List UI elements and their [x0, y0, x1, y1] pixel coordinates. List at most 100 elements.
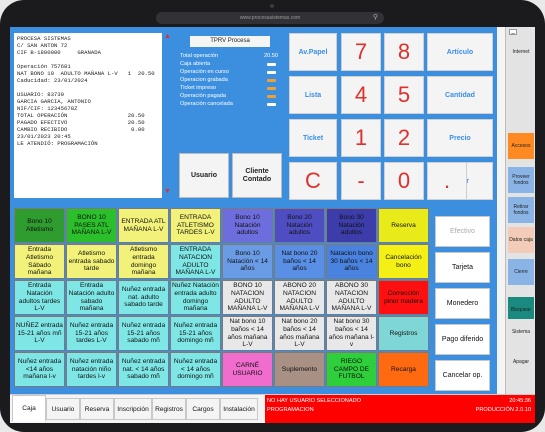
sidebar-button[interactable]: Internet — [508, 39, 534, 65]
message-line1: NO HAY USUARIO SELECCIONADO — [267, 398, 361, 404]
key-0-label[interactable]: Av.Papel — [289, 33, 337, 71]
tab-5[interactable]: Cargos — [186, 398, 220, 420]
sidebar-button[interactable]: Cierre — [508, 259, 534, 285]
product-button[interactable]: ENTRADA ATL MAÑANA L-V — [118, 208, 169, 243]
product-button[interactable]: Atletismo entrada sabado tarde — [66, 244, 117, 279]
key-2-label[interactable]: Ticket — [289, 119, 337, 157]
digit-key[interactable]: 4 — [341, 76, 381, 114]
product-button[interactable]: Bono 10 Natación adultos — [222, 208, 273, 243]
clear-key[interactable]: C — [289, 162, 337, 200]
sidebar-button[interactable]: Datos caja — [508, 227, 534, 253]
payment-button[interactable]: Cancelar op. — [435, 360, 490, 391]
product-button[interactable]: Nuñez entrada natación niño tardes l-v — [66, 352, 117, 387]
payment-button[interactable]: Monedero — [435, 288, 490, 319]
digit-key[interactable]: - — [341, 162, 381, 200]
digit-key[interactable]: 7 — [341, 33, 381, 71]
tab-4[interactable]: Registros — [152, 398, 186, 420]
status-label: Operación cancelada — [180, 101, 233, 107]
product-button[interactable]: Nat bono 10 baños < 14 años mañana L-V — [222, 316, 273, 351]
cliente-contado-button[interactable]: Cliente Contado — [232, 153, 282, 198]
product-button[interactable]: Bono 10 Atletismo — [14, 208, 65, 243]
camera — [270, 4, 274, 8]
receipt-line: LE ATENDIÓ: PROGRAMACIÓN — [17, 140, 98, 147]
product-button[interactable]: Cancelación bono — [378, 244, 429, 279]
product-button[interactable]: Entrada Natación adulto sabado mañana — [66, 280, 117, 315]
product-button[interactable]: Nuñez entrada 15-21 años tardes L-V — [66, 316, 117, 351]
sidebar-button[interactable]: Apagar — [508, 349, 534, 375]
product-button[interactable]: Suplemento — [274, 352, 325, 387]
product-button[interactable]: Bono 10 Natación < 14 años — [222, 244, 273, 279]
product-button[interactable]: BONO 10 PASES ATL MAÑANA L-V — [66, 208, 117, 243]
product-button[interactable]: NUÑEZ entrada 15-21 años mñ L-V — [14, 316, 65, 351]
digit-key[interactable]: 8 — [384, 33, 424, 71]
product-button[interactable]: ABONO 30 NATACION ADULTO MAÑANA L-V — [326, 280, 377, 315]
product-button[interactable]: Nuñez entrada nat. adulto sabado tarde — [118, 280, 169, 315]
url-text: www.procesasistemas.com — [239, 15, 301, 21]
product-button[interactable]: Recarga — [378, 352, 429, 387]
product-button[interactable]: Nat bono 20 baños < 14 años — [274, 244, 325, 279]
key-right-label[interactable]: Cantidad — [427, 76, 493, 114]
key-1-label[interactable]: Lista — [289, 76, 337, 114]
product-button[interactable]: Bono 20 Natación adultos — [274, 208, 325, 243]
tab-6[interactable]: Instalación — [220, 398, 258, 420]
message-line2: PROGRAMACION — [267, 407, 314, 413]
product-button[interactable]: Natacion bono 30 baños < 14 años — [326, 244, 377, 279]
status-led-icon — [267, 103, 276, 106]
key-right-label[interactable]: Precio — [427, 119, 493, 157]
product-button[interactable]: Reserva — [378, 208, 429, 243]
product-button[interactable]: ABONO 20 NATACION ADULTO MAÑANA L-V — [274, 280, 325, 315]
digit-key[interactable]: 0 — [384, 162, 424, 200]
product-button[interactable]: Nuñez entrada 15-21 años domingo mñ — [170, 316, 221, 351]
status-led-icon — [267, 95, 276, 98]
product-button[interactable]: Nuñez entrada < 14 años domingo mñ — [170, 352, 221, 387]
product-button[interactable]: ENTRADA ATLETISMO TARDES L-V — [170, 208, 221, 243]
sidebar-button[interactable]: Proveer fondos — [508, 167, 534, 193]
product-button[interactable]: Nat bono 30 baños < 14 años mañana l-v — [326, 316, 377, 351]
receipt-line: NAT BONO 10 ADULTO MAÑANA L-V 1 20.50 — [17, 70, 155, 77]
tab-2[interactable]: Reserva — [80, 398, 114, 420]
keypad: Av.Papel789Lista456Ticket123ArtículoCant… — [289, 33, 494, 201]
product-button[interactable]: Nat bono 20 baños < 14 años mañana L-V — [274, 316, 325, 351]
search-icon[interactable]: ⚲ — [373, 12, 378, 24]
product-button[interactable]: RIEGO CAMPO DE FUTBOL — [326, 352, 377, 387]
sidebar-button[interactable]: Sistema — [508, 319, 534, 345]
product-button[interactable]: Corrección pinor madera — [378, 280, 429, 315]
product-button[interactable]: Nuñez Natación entrada adulto domingo ma… — [170, 280, 221, 315]
product-button[interactable]: Nuñez entrada nat. < 14 años sabado mñ — [118, 352, 169, 387]
payment-button[interactable]: Tarjeta — [435, 252, 490, 283]
product-button[interactable]: Nuñez entrada 15-21 años sabado mñ — [118, 316, 169, 351]
receipt-line: 23/01/2023 20:45 — [17, 133, 71, 140]
status-row: Operación en curso — [180, 69, 284, 76]
receipt-line: USUARIO: 83730 — [17, 91, 64, 98]
product-button[interactable]: Registros — [378, 316, 429, 351]
minimize-icon[interactable]: _ — [509, 28, 517, 35]
digit-key[interactable]: . — [427, 162, 467, 200]
product-button[interactable]: Entrada Natación adultos tardes L-V — [14, 280, 65, 315]
scroll-up-icon[interactable]: ▲ — [164, 33, 171, 40]
payment-button[interactable]: Pago diferido — [435, 324, 490, 355]
status-message-bar: NO HAY USUARIO SELECCIONADO PROGRAMACION… — [265, 395, 535, 423]
tab-0[interactable]: Caja — [12, 395, 46, 422]
scroll-down-icon[interactable]: ▼ — [164, 188, 171, 195]
product-button[interactable]: Nuñez entrada <14 años mañana l-v — [14, 352, 65, 387]
total-row: Total operación 20.50 — [180, 53, 284, 60]
key-right-label[interactable]: Artículo — [427, 33, 493, 71]
product-button[interactable]: Atletismo entrada domingo mañana — [118, 244, 169, 279]
sidebar-button[interactable]: Retirar fondos — [508, 197, 534, 223]
receipt-scroll[interactable]: ▲ ▼ — [163, 33, 173, 198]
tab-1[interactable]: Usuario — [46, 398, 80, 420]
digit-key[interactable]: 2 — [384, 119, 424, 157]
sidebar-button[interactable]: Accesos — [508, 133, 534, 159]
product-button[interactable]: Bono 30 Natación adultos — [326, 208, 377, 243]
usuario-button[interactable]: Usuario — [179, 153, 229, 198]
product-button[interactable]: BONO 10 NATACION ADULTO MAÑANA L-V — [222, 280, 273, 315]
product-button[interactable]: Entrada Atletismo Sábado mañana — [14, 244, 65, 279]
payment-button[interactable]: Efectivo — [435, 216, 490, 247]
status-row: Operación cancelada — [180, 101, 284, 108]
digit-key[interactable]: 5 — [384, 76, 424, 114]
product-button[interactable]: CARNÉ USUARIO — [222, 352, 273, 387]
address-bar[interactable]: www.procesasistemas.com ⚲ — [156, 12, 384, 24]
tab-3[interactable]: Inscripción — [114, 398, 152, 420]
digit-key[interactable]: 1 — [341, 119, 381, 157]
product-button[interactable]: ENTRADA NATACION ADULTO MAÑANA L-V — [170, 244, 221, 279]
